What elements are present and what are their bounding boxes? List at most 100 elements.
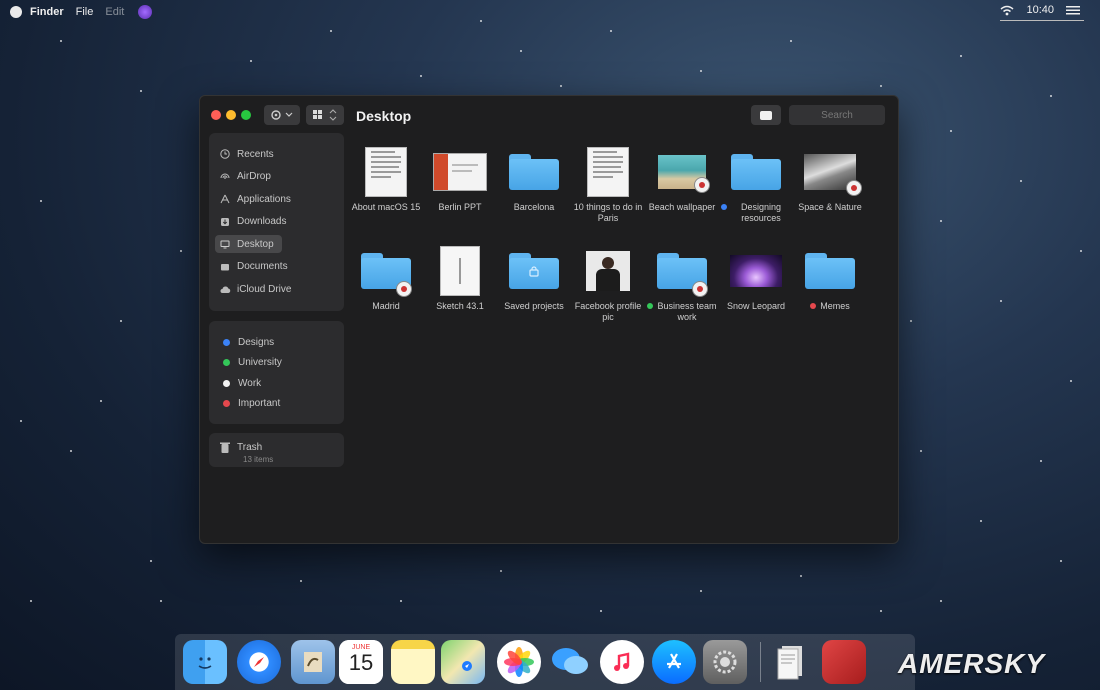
photos-icon[interactable] — [497, 640, 541, 684]
sidebar-item-downloads[interactable]: Downloads — [215, 213, 286, 231]
safari-icon[interactable] — [237, 640, 281, 684]
search-field[interactable]: Search — [789, 105, 885, 125]
file-name: Space & Nature — [798, 202, 862, 213]
sidebar-item-label: Applications — [237, 193, 291, 205]
sidebar-item-label: Downloads — [237, 216, 287, 227]
shared-badge-icon — [396, 281, 412, 297]
file-item-about-macos-15[interactable]: About macOS 15 — [351, 147, 421, 213]
file-name: Berlin PPT — [438, 202, 481, 213]
app-store-icon[interactable] — [652, 640, 696, 684]
file-name-label: Beach wallpaper — [648, 202, 716, 212]
finder-icon[interactable] — [183, 640, 227, 684]
file-name: Beach wallpaper — [649, 202, 716, 213]
downloads-icon — [219, 216, 231, 228]
document-stack-icon[interactable] — [768, 640, 812, 684]
menu-bar-underline — [1000, 20, 1084, 21]
preview-icon[interactable] — [291, 640, 335, 684]
zoom-window-button[interactable] — [241, 110, 251, 120]
cloud-icon — [219, 283, 231, 295]
file-item-madrid[interactable]: Madrid — [351, 247, 421, 312]
sidebar-item-applications[interactable]: Applications — [215, 190, 291, 208]
file-name-label: Business team work — [657, 301, 717, 322]
person-photo-thumbnail — [586, 251, 630, 291]
file-name-label: Memes — [820, 301, 850, 311]
file-name-label: Designing resources — [740, 202, 782, 223]
file-item-facebook-profile-pic[interactable]: Facebook profile pic — [573, 247, 643, 323]
file-name: Madrid — [372, 301, 400, 312]
galaxy-image-thumbnail — [730, 255, 782, 287]
beach-image-thumbnail — [658, 155, 710, 193]
file-item-business-team-work[interactable]: Business team work — [647, 247, 717, 323]
file-name-label: Madrid — [372, 301, 400, 311]
close-window-button[interactable] — [211, 110, 221, 120]
presentation-icon — [433, 153, 487, 191]
sidebar-item-icloud-drive[interactable]: iCloud Drive — [215, 280, 291, 298]
file-item-barcelona[interactable]: Barcelona — [499, 148, 569, 213]
file-item-snow-leopard[interactable]: Snow Leopard — [721, 247, 791, 312]
file-item-memes[interactable]: Memes — [795, 247, 865, 312]
trash-label: Trash — [237, 441, 263, 453]
wifi-icon[interactable] — [1000, 5, 1014, 16]
file-item-sketch-43-1[interactable]: Sketch 43.1 — [425, 246, 495, 312]
system-preferences-icon[interactable] — [703, 640, 747, 684]
file-name-label: Barcelona — [513, 202, 555, 212]
file-item-space-nature[interactable]: Space & Nature — [795, 148, 865, 213]
back-forward-button[interactable] — [264, 105, 300, 125]
siri-icon[interactable] — [138, 5, 153, 19]
documents-icon — [219, 261, 231, 273]
sidebar-item-recents[interactable]: Recents — [215, 145, 274, 163]
file-item-berlin-ppt[interactable]: Berlin PPT — [425, 148, 495, 213]
menu-edit[interactable]: Edit — [105, 6, 124, 18]
menu-clock[interactable]: 10:40 — [1026, 4, 1054, 16]
sidebar-trash[interactable]: Trash 13 items — [209, 433, 344, 467]
sketch-file-icon — [440, 246, 480, 296]
file-item-designing-resources[interactable]: Designing resources — [721, 148, 791, 224]
tag-color-dot — [223, 400, 230, 407]
file-name: 10 things to do in Paris — [573, 202, 643, 224]
tags-button[interactable] — [751, 105, 781, 125]
dock-separator — [760, 642, 761, 682]
menu-file[interactable]: File — [76, 6, 94, 18]
airdrop-icon — [219, 171, 231, 183]
desktop-icon — [219, 238, 231, 250]
minimize-window-button[interactable] — [226, 110, 236, 120]
file-item-beach-wallpaper[interactable]: Beach wallpaper — [647, 148, 717, 213]
sidebar-item-label: Desktop — [237, 238, 274, 250]
red-app-icon[interactable] — [822, 640, 866, 684]
sidebar-item-trash[interactable]: Trash — [215, 438, 262, 456]
sidebar-item-airdrop[interactable]: AirDrop — [215, 168, 271, 186]
sidebar-tag-designs[interactable]: Designs — [215, 333, 274, 351]
sidebar-tag-label: Designs — [238, 336, 275, 348]
finder-window: Desktop Search Recents AirDrop Application… — [199, 95, 899, 544]
shared-badge-icon — [846, 180, 862, 196]
sidebar-item-label: iCloud Drive — [237, 283, 292, 295]
view-options-button[interactable] — [306, 105, 344, 125]
title-bar: Desktop Search — [200, 96, 898, 134]
sidebar-tag-university[interactable]: University — [215, 354, 282, 372]
sidebar-tag-important[interactable]: Important — [215, 395, 280, 413]
document-icon — [365, 147, 407, 197]
messages-icon[interactable] — [548, 640, 592, 684]
sidebar-tag-work[interactable]: Work — [215, 374, 261, 392]
file-name: Sketch 43.1 — [436, 301, 484, 312]
notes-icon[interactable] — [391, 640, 435, 684]
sidebar-item-desktop[interactable]: Desktop — [215, 235, 282, 253]
trash-item-count: 13 items — [243, 455, 274, 464]
file-item-10-things-to-do-in-paris[interactable]: 10 things to do in Paris — [573, 147, 643, 224]
file-name: Facebook profile pic — [573, 301, 643, 323]
sidebar-item-documents[interactable]: Documents — [215, 258, 288, 276]
calendar-icon[interactable]: JUNE 15 — [339, 640, 383, 684]
apple-menu-icon[interactable] — [10, 6, 22, 18]
maps-icon[interactable] — [441, 640, 485, 684]
menu-list-icon[interactable] — [1066, 5, 1080, 15]
menu-bar: Finder File Edit 10:40 — [0, 0, 1100, 24]
file-name: Snow Leopard — [727, 301, 785, 312]
menu-app-name[interactable]: Finder — [30, 6, 64, 18]
file-item-saved-projects[interactable]: Saved projects — [499, 247, 569, 312]
tag-icon — [760, 110, 772, 120]
folder-icon — [805, 253, 855, 289]
tag-color-dot — [223, 359, 230, 366]
sidebar-favorites: Recents AirDrop Applications Downloads Deskt… — [209, 133, 344, 311]
music-icon[interactable] — [600, 640, 644, 684]
file-name-label: 10 things to do in Paris — [573, 202, 643, 223]
